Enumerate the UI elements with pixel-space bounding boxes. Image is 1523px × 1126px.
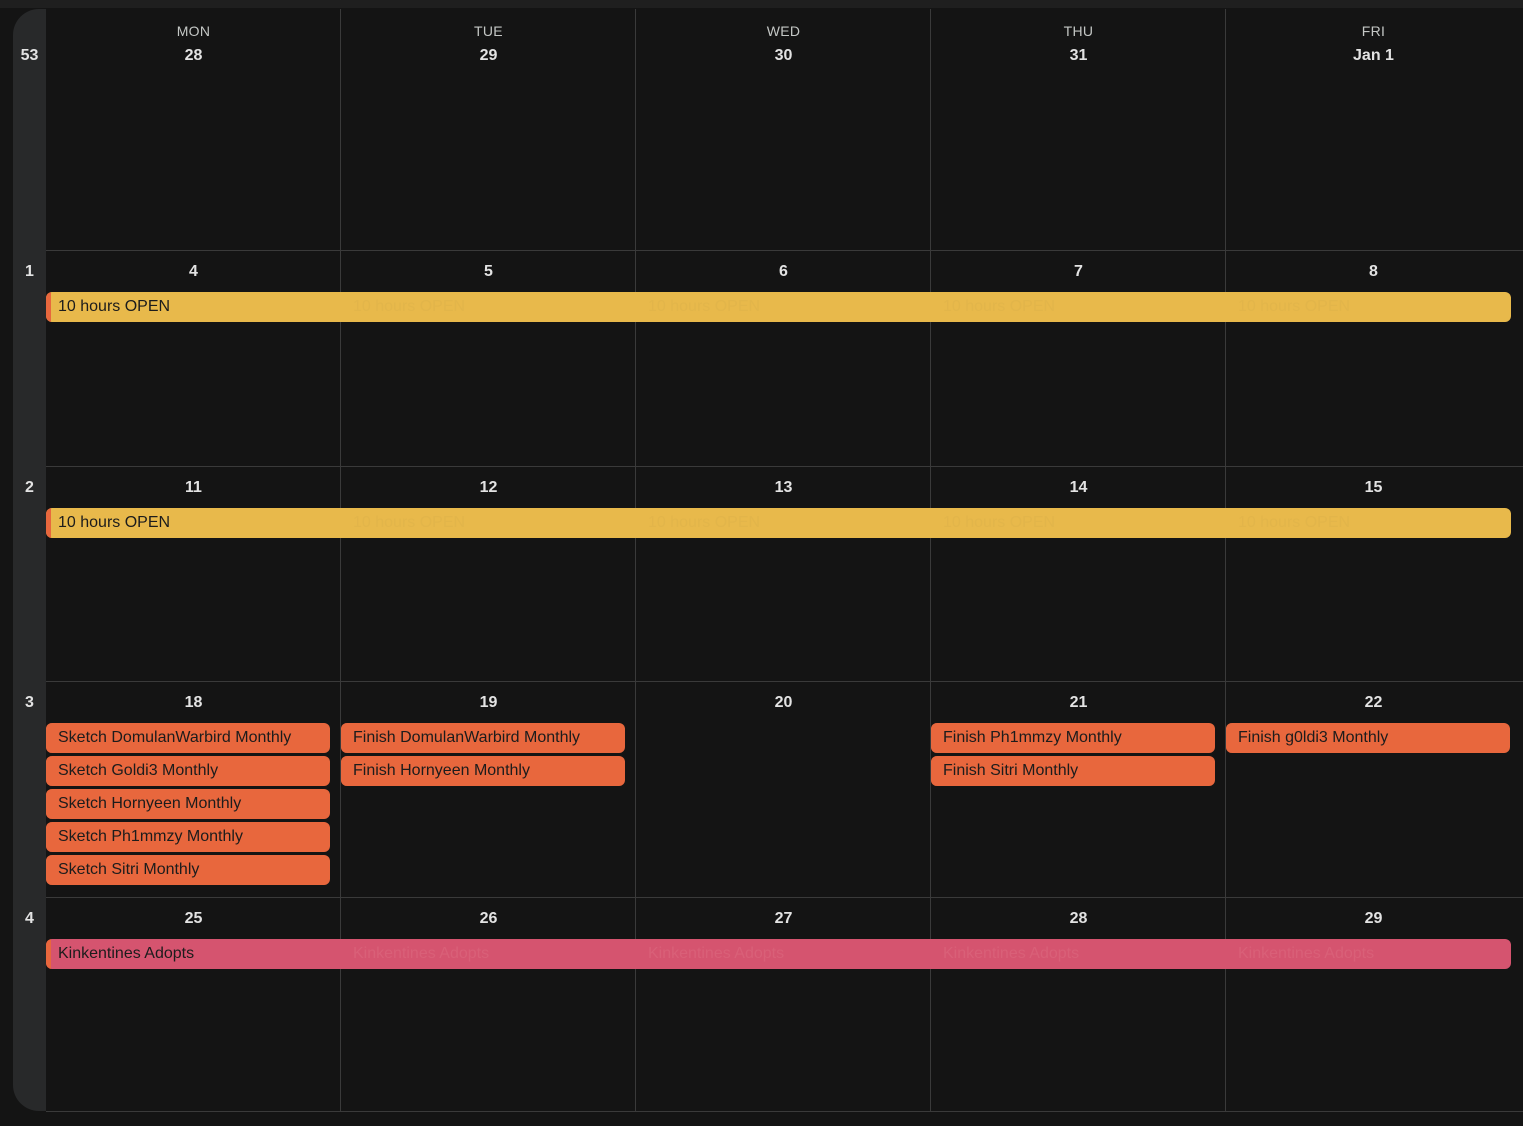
day-number[interactable]: 29	[1226, 910, 1521, 928]
day-number[interactable]: 11	[46, 479, 341, 497]
calendar-event[interactable]: Sketch Goldi3 Monthly	[46, 756, 330, 786]
day-number[interactable]: 19	[341, 694, 636, 712]
calendar-event[interactable]: Sketch Hornyeen Monthly	[46, 789, 330, 819]
multi-day-event[interactable]: 10 hours OPEN	[46, 508, 1511, 538]
day-of-week-label: THU	[1063, 23, 1094, 39]
day-number[interactable]: 26	[341, 910, 636, 928]
multi-day-event[interactable]: 10 hours OPEN	[46, 292, 1511, 322]
calendar-event[interactable]: Finish Hornyeen Monthly	[341, 756, 625, 786]
day-number[interactable]: 29	[341, 47, 636, 65]
row-divider	[46, 681, 1523, 682]
day-number[interactable]: 22	[1226, 694, 1521, 712]
day-number[interactable]: 8	[1226, 263, 1521, 281]
week-number[interactable]: 1	[13, 263, 46, 281]
week-number[interactable]: 2	[13, 479, 46, 497]
day-number[interactable]: Jan 1	[1226, 47, 1521, 65]
calendar-event[interactable]: Finish Sitri Monthly	[931, 756, 1215, 786]
week-number[interactable]: 3	[13, 694, 46, 712]
calendar-event[interactable]: Sketch DomulanWarbird Monthly	[46, 723, 330, 753]
day-of-week-label: WED	[766, 23, 801, 39]
day-number[interactable]: 6	[636, 263, 931, 281]
calendar-event[interactable]: Sketch Sitri Monthly	[46, 855, 330, 885]
week-number[interactable]: 4	[13, 910, 46, 928]
day-number[interactable]: 28	[931, 910, 1226, 928]
calendar-event[interactable]: Finish DomulanWarbird Monthly	[341, 723, 625, 753]
day-number[interactable]: 18	[46, 694, 341, 712]
calendar-event[interactable]: Finish g0ldi3 Monthly	[1226, 723, 1510, 753]
day-number[interactable]: 14	[931, 479, 1226, 497]
day-of-week-label: TUE	[474, 23, 503, 39]
week-number-rail	[13, 9, 46, 1111]
day-number[interactable]: 31	[931, 47, 1226, 65]
day-number[interactable]: 12	[341, 479, 636, 497]
calendar-event[interactable]: Finish Ph1mmzy Monthly	[931, 723, 1215, 753]
day-of-week-label: MON	[176, 23, 211, 39]
day-number[interactable]: 25	[46, 910, 341, 928]
day-of-week-label: FRI	[1361, 23, 1386, 39]
calendar-month-view: MON TUE WED THU FRI 53 28 29 30 31 Jan 1 1 4 5 6 7 8 10 h…	[0, 0, 1523, 1126]
multi-day-event[interactable]: Kinkentines Adopts	[46, 939, 1511, 969]
calendar-event[interactable]: Sketch Ph1mmzy Monthly	[46, 822, 330, 852]
row-divider	[46, 897, 1523, 898]
row-divider	[46, 1111, 1523, 1112]
day-number[interactable]: 21	[931, 694, 1226, 712]
day-number[interactable]: 15	[1226, 479, 1521, 497]
day-number[interactable]: 4	[46, 263, 341, 281]
day-number[interactable]: 5	[341, 263, 636, 281]
row-divider	[46, 466, 1523, 467]
day-number[interactable]: 27	[636, 910, 931, 928]
week-number[interactable]: 53	[13, 47, 46, 65]
top-strip	[0, 0, 1523, 8]
day-number[interactable]: 30	[636, 47, 931, 65]
day-number[interactable]: 20	[636, 694, 931, 712]
day-number[interactable]: 28	[46, 47, 341, 65]
day-number[interactable]: 7	[931, 263, 1226, 281]
day-number[interactable]: 13	[636, 479, 931, 497]
row-divider	[46, 250, 1523, 251]
